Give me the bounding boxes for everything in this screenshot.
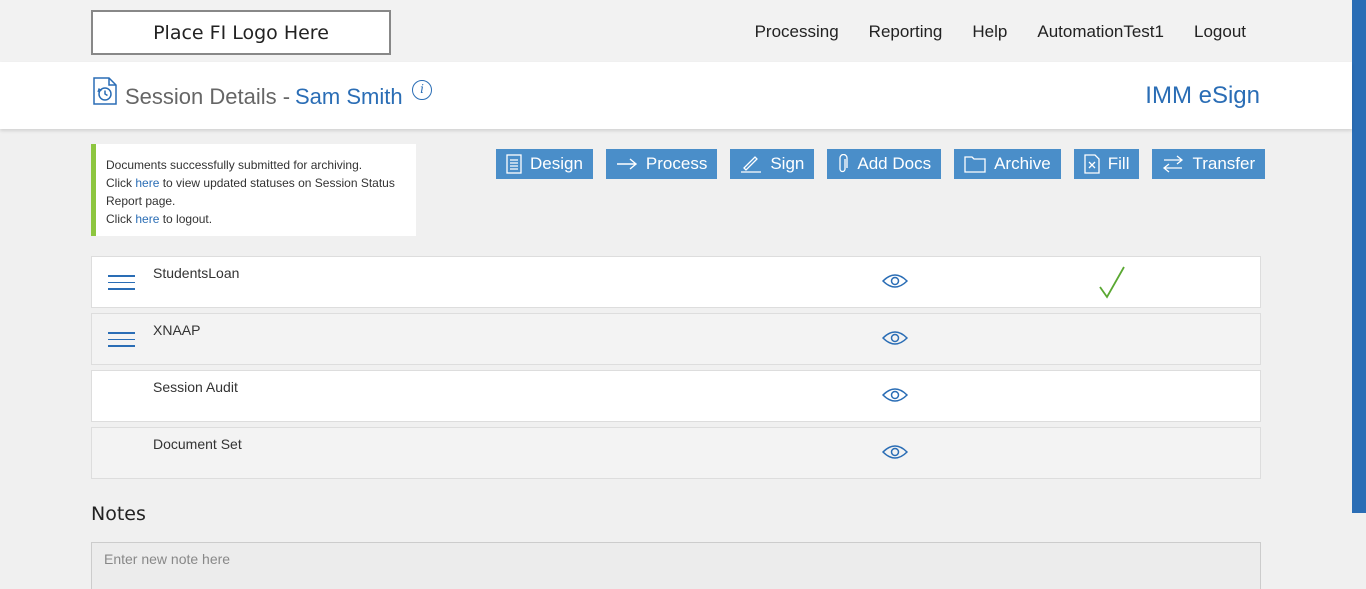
transfer-button[interactable]: Transfer (1152, 149, 1266, 179)
process-label: Process (645, 154, 708, 173)
document-row: Document Set (91, 427, 1261, 479)
nav-logout[interactable]: Logout (1194, 22, 1246, 42)
add-docs-button[interactable]: Add Docs (827, 149, 942, 179)
page-header: Session Details - Sam Smith i IMM eSign (0, 62, 1352, 129)
main-nav: Processing Reporting Help AutomationTest… (725, 22, 1246, 42)
document-list-icon (506, 154, 522, 174)
fill-button[interactable]: Fill (1073, 149, 1140, 179)
brand-name: IMM eSign (1145, 82, 1260, 109)
document-row: XNAAP (91, 313, 1261, 365)
eye-icon[interactable] (882, 444, 908, 460)
folder-icon (964, 155, 986, 173)
page-title: Session Details - (125, 84, 291, 109)
action-toolbar: Design Process Sign Add Docs Archive Fil… (496, 149, 1266, 179)
document-row: Session Audit (91, 370, 1261, 422)
signer-name: Sam Smith (295, 84, 403, 109)
alert-line-1: Documents successfully submitted for arc… (106, 158, 363, 172)
archive-label: Archive (994, 154, 1051, 173)
document-list: StudentsLoan XNAAP Session Audit Documen… (91, 256, 1261, 484)
alert-line-2: Click here to view updated statuses on S… (106, 174, 406, 210)
checkmark-icon (1099, 266, 1125, 299)
hamburger-menu-icon[interactable] (108, 275, 135, 291)
arrow-right-icon (616, 157, 638, 171)
eye-icon[interactable] (882, 387, 908, 403)
alert-text: to logout. (159, 212, 213, 226)
document-name: XNAAP (153, 322, 201, 338)
nav-user[interactable]: AutomationTest1 (1037, 22, 1164, 42)
nav-processing[interactable]: Processing (755, 22, 839, 42)
alert-text: Click (106, 212, 136, 226)
nav-reporting[interactable]: Reporting (869, 22, 943, 42)
design-button[interactable]: Design (496, 149, 593, 179)
notes-heading: Notes (91, 503, 146, 525)
pen-icon (740, 155, 762, 173)
eye-icon[interactable] (882, 273, 908, 289)
doc-x-icon (1084, 154, 1100, 174)
alert-text: Click (106, 176, 136, 190)
fill-label: Fill (1107, 154, 1130, 173)
success-alert: Documents successfully submitted for arc… (91, 144, 416, 236)
alert-line-3: Click here to logout. (106, 210, 406, 228)
top-bar: Place FI Logo Here Processing Reporting … (0, 0, 1352, 62)
status-report-link[interactable]: here (135, 176, 159, 190)
eye-icon[interactable] (882, 330, 908, 346)
document-name: Session Audit (153, 379, 238, 395)
logo-placeholder: Place FI Logo Here (91, 10, 391, 55)
logout-link[interactable]: here (135, 212, 159, 226)
document-name: Document Set (153, 436, 242, 452)
info-icon[interactable]: i (412, 80, 432, 100)
scrollbar[interactable] (1352, 0, 1366, 513)
note-input[interactable] (91, 542, 1261, 589)
session-history-icon (93, 77, 117, 105)
nav-help[interactable]: Help (972, 22, 1007, 42)
transfer-label: Transfer (1192, 154, 1256, 173)
document-name: StudentsLoan (153, 265, 240, 281)
sign-label: Sign (770, 154, 805, 173)
design-label: Design (530, 154, 583, 173)
add-docs-label: Add Docs (857, 154, 932, 173)
process-button[interactable]: Process (605, 149, 718, 179)
sign-button[interactable]: Sign (730, 149, 815, 179)
archive-button[interactable]: Archive (954, 149, 1061, 179)
hamburger-menu-icon[interactable] (108, 332, 135, 348)
document-row: StudentsLoan (91, 256, 1261, 308)
paperclip-icon (837, 154, 849, 174)
transfer-arrows-icon (1162, 155, 1184, 173)
